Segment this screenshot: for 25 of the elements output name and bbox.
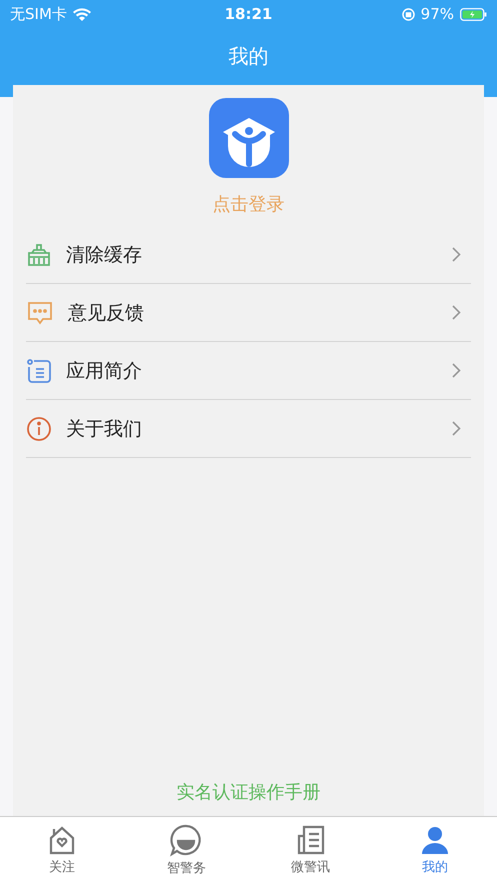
chevron-icon: [452, 421, 461, 436]
broom-icon: [26, 242, 52, 268]
wifi-icon: [72, 8, 91, 20]
menu-row[interactable]: 关于我们: [26, 400, 471, 458]
tab-item[interactable]: 微警讯: [248, 817, 373, 883]
chat-icon: [26, 300, 54, 326]
app-logo[interactable]: [208, 98, 288, 178]
menu-row[interactable]: 清除缓存: [26, 226, 471, 284]
tab-item[interactable]: 我的: [372, 817, 497, 883]
chevron-icon: [452, 247, 461, 262]
menu-row[interactable]: 意见反馈: [26, 284, 471, 342]
battery-icon: [460, 8, 487, 20]
tab-item[interactable]: 智警务: [124, 817, 248, 883]
chat-icon: [169, 823, 204, 857]
tab-item[interactable]: 关注: [0, 817, 124, 883]
chevron-icon: [452, 305, 461, 320]
page-title: 我的: [228, 43, 268, 70]
list-icon: [26, 358, 52, 384]
info-icon: [26, 416, 52, 442]
chevron-icon: [452, 363, 461, 378]
rotation-lock-icon: [402, 8, 415, 20]
carrier-text: 无SIM卡: [10, 4, 67, 24]
battery-percent: 97%: [420, 5, 454, 23]
menu-row[interactable]: 应用简介: [26, 342, 471, 400]
clock-text: 18:21: [224, 5, 272, 23]
